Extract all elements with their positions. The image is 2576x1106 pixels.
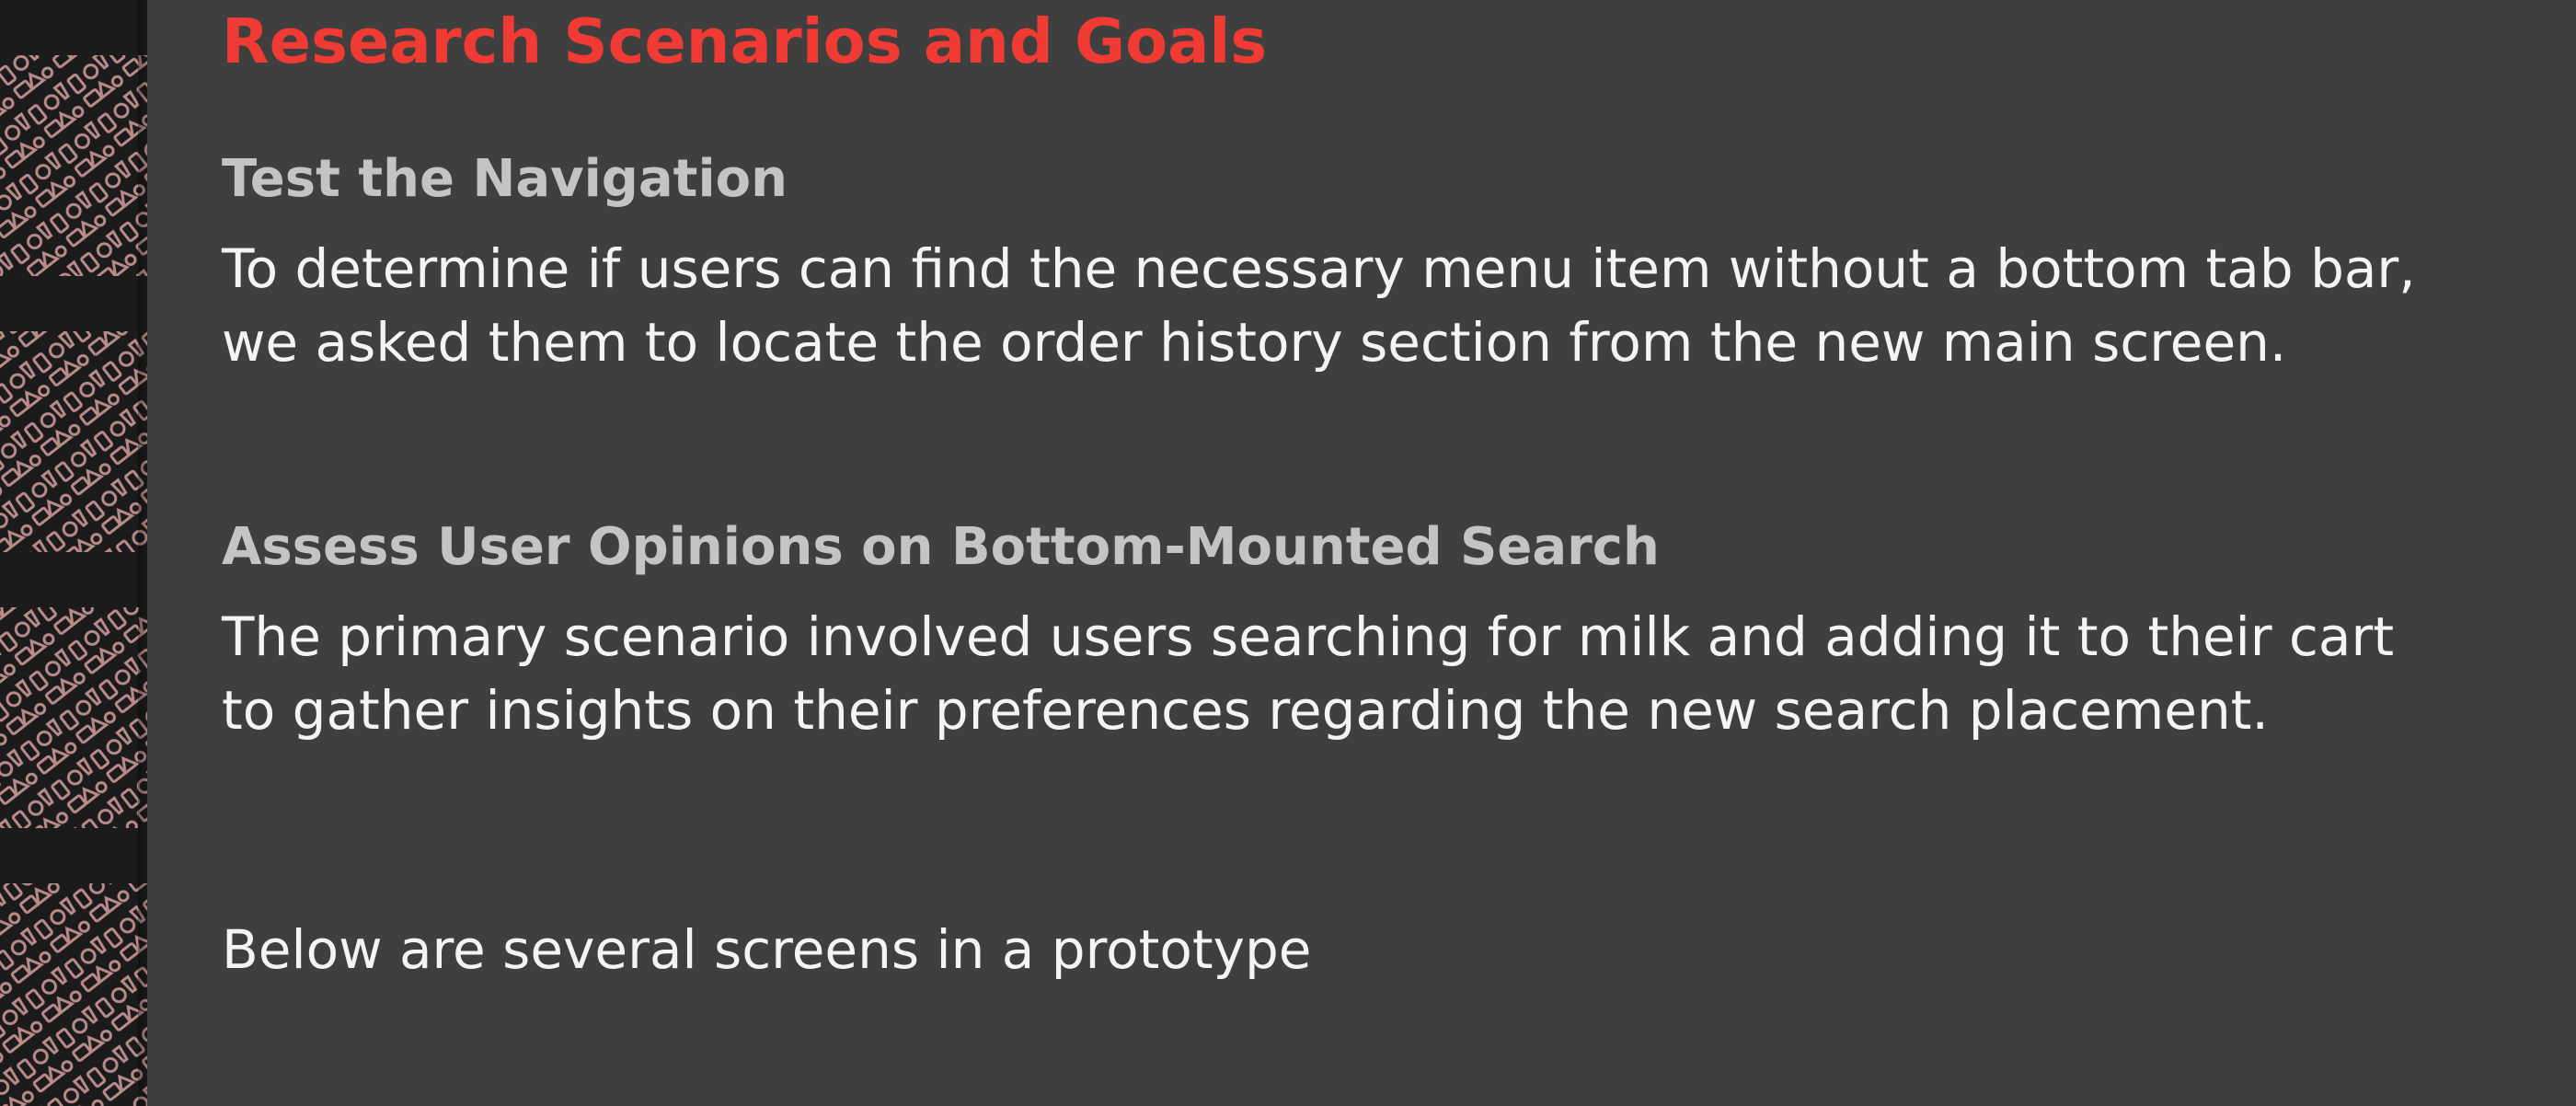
grocery-pattern-icon [0,0,147,1106]
prototype-intro-text: Below are several screens in a prototype [222,918,1312,981]
page: Research Scenarios and Goals Test the Na… [0,0,2576,1106]
section-title: Research Scenarios and Goals [222,6,1268,77]
scenario-text-navigation: To determine if users can find the neces… [222,237,2416,374]
scenario-text-search: The primary scenario involved users sear… [222,605,2395,742]
decorative-grocery-pattern-strip [0,0,147,1106]
strip-shadow [138,0,147,1106]
scenario-heading-search: Assess User Opinions on Bottom-Mounted S… [222,517,1660,577]
scenario-heading-navigation: Test the Navigation [222,149,788,209]
